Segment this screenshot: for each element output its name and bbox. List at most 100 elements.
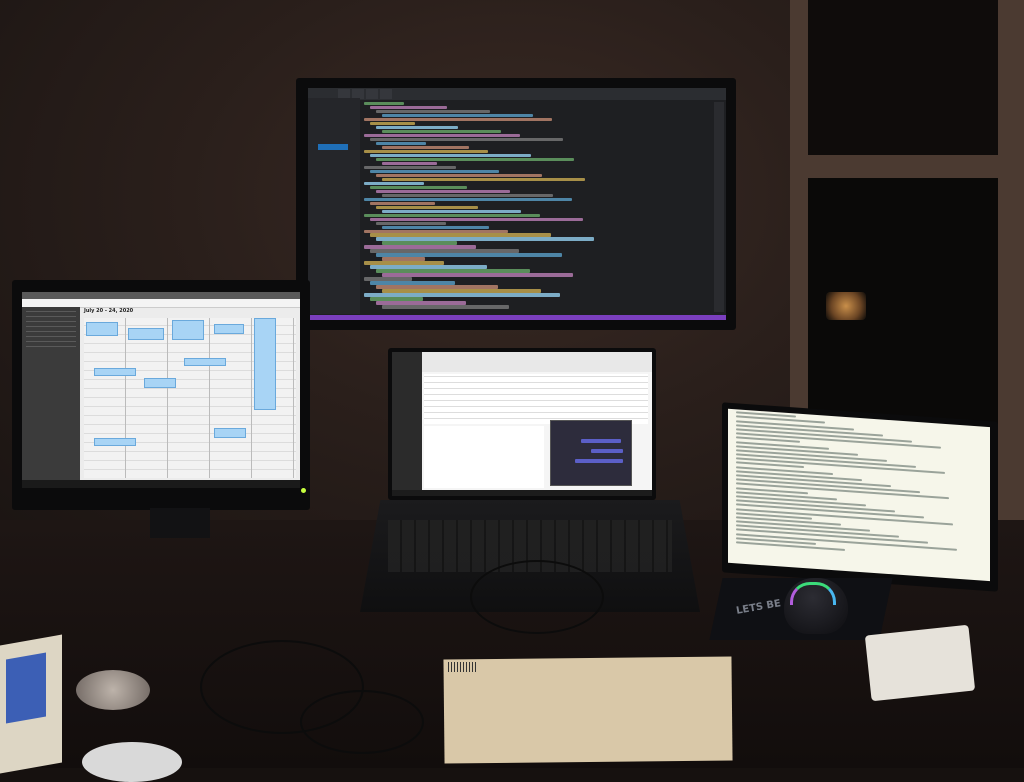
cable [470,560,604,634]
code-line [376,205,478,209]
code-line [382,113,533,118]
code-line [376,253,562,257]
code-line [370,185,467,190]
code-line [382,273,573,277]
middle-laptop-display [388,348,656,500]
mini-month-calendar[interactable] [26,311,76,351]
code-line [364,197,572,202]
editor-sidebar [308,98,360,314]
code-line [370,105,447,110]
chat-window[interactable] [550,420,632,486]
left-monitor: July 20 - 24, 2020 [12,280,310,510]
code-line [382,305,509,309]
calendar-event[interactable] [144,378,176,388]
code-line [364,277,412,281]
code-line [382,209,521,213]
email-screen [392,352,652,496]
code-line [376,109,490,114]
code-line [382,145,469,150]
code-line [364,133,520,138]
windows-taskbar [22,480,300,488]
code-line [382,257,425,261]
round-sticker [82,742,182,782]
code-line [364,181,424,186]
code-line [382,193,553,198]
code-line [364,165,456,170]
windows-taskbar [392,490,652,496]
code-line [364,213,540,217]
calendar-week-heading: July 20 - 24, 2020 [84,308,134,314]
calendar-nav-pane [22,307,80,480]
code-editor-screen [308,88,726,320]
code-line [376,125,458,130]
reading-pane [424,426,544,488]
calendar-screen: July 20 - 24, 2020 [22,292,300,488]
calendar-event[interactable] [128,328,164,340]
code-line [382,129,501,134]
code-line [364,293,560,297]
editor-status-bar [308,315,726,320]
code-line [376,285,498,289]
editor-minimap [714,102,724,312]
mail-folder-pane [392,352,422,490]
top-monitor [296,78,736,330]
chat-message [575,459,623,463]
code-line [370,297,423,301]
code-line [364,261,444,265]
code-line [376,189,510,194]
code-line [376,237,594,241]
envelope [443,656,733,764]
code-area [364,102,710,312]
code-line [376,301,466,305]
outdoor-light [826,292,866,320]
monitor-stand [150,508,210,538]
mail-ribbon [422,352,652,372]
message-list[interactable] [424,374,648,424]
calendar-event[interactable] [254,318,276,410]
code-line [370,169,499,174]
calendar-event[interactable] [214,324,244,334]
code-line [382,177,585,182]
code-line [382,289,541,293]
code-line [370,281,455,285]
editor-tab[interactable] [366,89,378,99]
code-line [376,141,426,146]
code-line [382,161,437,166]
right-laptop-display [722,402,998,592]
chat-message [591,449,623,453]
text-editor-screen [728,408,990,582]
code-line [364,149,488,154]
code-line [370,153,531,158]
envelope-barcode [448,662,476,672]
calendar-week-grid[interactable] [84,318,296,478]
code-line [370,249,519,253]
calendar-event[interactable] [172,320,204,340]
code-line [370,233,551,237]
chat-message [581,439,621,443]
calendar-event[interactable] [94,368,136,376]
calendar-title-bar [22,292,300,299]
cable [300,690,424,754]
code-line [364,245,476,249]
code-line [382,225,489,229]
power-adapter [864,624,976,702]
calendar-event[interactable] [86,322,118,336]
calendar-event[interactable] [184,358,226,366]
power-indicator [301,488,306,493]
code-line [370,217,583,221]
code-line [376,173,542,178]
editor-tab-bar [308,88,726,100]
code-line [364,117,552,122]
code-line [370,201,435,205]
code-line [382,241,457,245]
code-line [370,137,563,142]
code-line [370,265,487,269]
calendar-event[interactable] [94,438,136,446]
editor-tab[interactable] [380,89,392,99]
calendar-event[interactable] [214,428,246,438]
desk-scene: July 20 - 24, 2020 LETS BE [0,0,1024,782]
sidebar-action-button[interactable] [318,144,348,150]
code-line [364,229,508,233]
code-line [370,121,415,126]
code-line [376,269,530,273]
